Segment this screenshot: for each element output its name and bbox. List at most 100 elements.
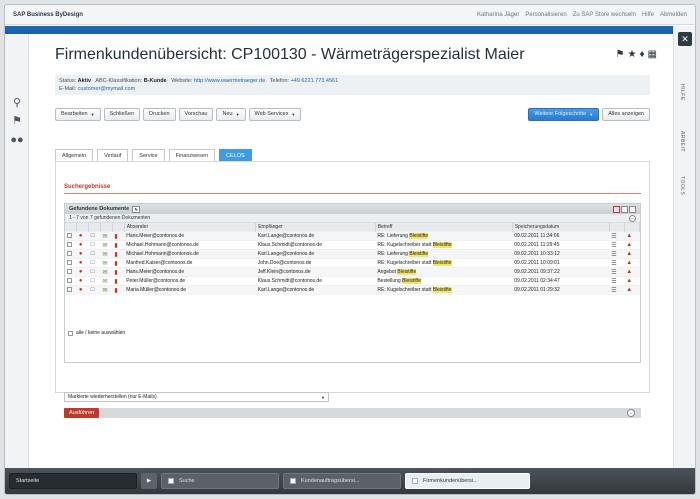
topnav-help[interactable]: Hilfe [642, 12, 654, 18]
delete-icon[interactable]: ▲ [626, 287, 632, 293]
window-icon[interactable] [629, 205, 636, 213]
table-row[interactable]: ● □ ✉ ▮ Hans.Meier@contonos.de Jeff.Klein@con… [65, 267, 640, 277]
subject-cell[interactable]: RE: Kugelschreiber statt Bleistifte [375, 285, 513, 295]
sender-cell[interactable]: Michael.Hohmann@contonos.de [124, 249, 256, 259]
new-button[interactable]: Neu ▼ [216, 107, 246, 121]
subject-cell[interactable]: Bestellung Bleistifte [375, 276, 513, 286]
table-row[interactable]: ● □ ✉ ▮ Maria.Müller@contonos.de Karl.Lange@c… [65, 285, 640, 295]
email-link[interactable]: customer@mymail.com [78, 86, 136, 92]
print-button[interactable]: Drucken [143, 107, 176, 121]
notes-icon[interactable]: ☰ [611, 234, 616, 240]
attachment-icon[interactable]: ▮ [114, 288, 117, 294]
topnav-logout[interactable]: Abmelden [660, 12, 687, 18]
recipient-cell[interactable]: Klaus.Schmidt@contonos.de [255, 276, 376, 286]
sender-cell[interactable]: Manfred.Kaiser@contonos.de [124, 258, 256, 268]
phone-link[interactable]: +49 6221 773 4561 [291, 78, 339, 84]
table-row[interactable]: ● □ ✉ ▮ Manfred.Kaiser@contonos.de John.Doe@c… [65, 258, 640, 268]
execute-button[interactable]: Ausführen [64, 408, 100, 418]
topnav-personalize[interactable]: Personalisieren [525, 12, 566, 18]
sender-cell[interactable]: Maria.Müller@contonos.de [124, 285, 256, 295]
document-icon[interactable]: □ [91, 287, 95, 293]
tab-general[interactable]: Allgemein [55, 149, 94, 161]
subject-cell[interactable]: RE: Lieferung Bleistifte [375, 231, 513, 241]
mail-icon[interactable]: ✉ [103, 279, 108, 285]
subject-cell[interactable]: RE: Kugelschreiber statt Bleistifte [375, 258, 513, 268]
web-services-button[interactable]: Web Services ▼ [248, 107, 302, 121]
taskbar-start[interactable]: Startseite [9, 473, 137, 489]
next-steps-button[interactable]: Weitere Folgeschritte ▼ [528, 107, 600, 121]
edit-icon[interactable]: ✎ [132, 205, 141, 213]
table-row[interactable]: ● □ ✉ ▮ Michael.Hohmann@contonos.de Klaus.Sch… [65, 240, 640, 250]
subject-cell[interactable]: Angebot Bleistifte [375, 267, 513, 277]
window-icon[interactable] [613, 205, 620, 213]
attachment-icon[interactable]: ▮ [114, 252, 117, 258]
attachment-icon[interactable]: ▮ [114, 270, 117, 276]
row-checkbox[interactable] [67, 286, 72, 292]
taskbar-item-orders[interactable]: Kundenauftragsübersi... [283, 473, 401, 489]
recipient-cell[interactable]: Karl.Lange@contonos.de [255, 249, 376, 259]
row-checkbox[interactable] [67, 268, 72, 274]
recipient-cell[interactable]: Jeff.Klein@contonos.de [255, 267, 376, 277]
recipient-cell[interactable]: John.Doe@contonos.de [255, 258, 376, 268]
window-icon[interactable] [621, 205, 628, 213]
sender-cell[interactable]: Michael.Hohmann@contonos.de [124, 240, 256, 250]
expand-icon[interactable]: − [629, 214, 636, 222]
tab-finance[interactable]: Finanzwesen [168, 149, 216, 161]
table-row[interactable]: ● □ ✉ ▮ Peter.Müller@contonos.de Klaus.Schmid… [65, 276, 640, 286]
document-icon[interactable]: □ [91, 233, 95, 239]
mail-icon[interactable]: ✉ [103, 288, 108, 294]
delete-icon[interactable]: ▲ [626, 260, 632, 266]
notes-icon[interactable]: ☰ [611, 270, 616, 276]
mail-icon[interactable]: ✉ [103, 261, 108, 267]
arrow-icon[interactable]: ▶ [141, 473, 157, 489]
subject-cell[interactable]: RE: Lieferung Bleistifte [375, 249, 513, 259]
attachment-icon[interactable]: ▮ [114, 261, 117, 267]
chart-icon[interactable]: ▦ [648, 49, 657, 60]
close-icon[interactable]: ✕ [678, 32, 692, 46]
attachment-icon[interactable]: ▮ [114, 279, 117, 285]
sender-cell[interactable]: Hans.Meier@contonos.de [124, 231, 256, 241]
topnav-user[interactable]: Katharina Jäger [477, 12, 519, 18]
search-icon[interactable]: ⚲ [10, 96, 24, 110]
row-checkbox[interactable] [67, 232, 72, 238]
tag-icon[interactable]: ♦ [639, 49, 644, 60]
col-sender[interactable]: Absender [124, 223, 257, 232]
document-icon[interactable]: □ [91, 269, 95, 275]
row-checkbox[interactable] [67, 277, 72, 283]
notes-icon[interactable]: ☰ [611, 261, 616, 267]
delete-icon[interactable]: ▲ [626, 251, 632, 257]
recipient-cell[interactable]: Klaus.Schmidt@contonos.de [255, 240, 376, 250]
mail-icon[interactable]: ✉ [103, 252, 108, 258]
table-row[interactable]: ● □ ✉ ▮ Michael.Hohmann@contonos.de Karl.Lang… [65, 249, 640, 259]
people-icon[interactable]: ●● [10, 134, 24, 148]
edit-button[interactable]: Bearbeiten ▼ [55, 107, 101, 121]
rightnav-work[interactable]: ARBEIT [679, 131, 685, 152]
mail-icon[interactable]: ✉ [103, 234, 108, 240]
flag-icon[interactable]: ⚑ [10, 114, 24, 128]
taskbar-item-search[interactable]: Suche [161, 473, 279, 489]
star-icon[interactable]: ★ [627, 49, 636, 60]
rightnav-tools[interactable]: TOOLS [679, 176, 685, 195]
delete-icon[interactable]: ▲ [626, 269, 632, 275]
website-link[interactable]: http://www.waermetraeger.de [194, 78, 265, 84]
close-button[interactable]: Schließen [103, 107, 141, 121]
recipient-cell[interactable]: Karl.Lange@contonos.de [255, 285, 376, 295]
subject-cell[interactable]: RE: Kugelschreiber statt Bleistifte [375, 240, 513, 250]
preview-button[interactable]: Vorschau [178, 107, 214, 121]
mail-icon[interactable]: ✉ [103, 270, 108, 276]
delete-icon[interactable]: ▲ [626, 242, 632, 248]
document-icon[interactable]: □ [91, 260, 95, 266]
col-recipient[interactable]: Empfänger [255, 223, 376, 232]
row-checkbox[interactable] [67, 250, 72, 256]
attachment-icon[interactable]: ▮ [114, 243, 117, 249]
tab-service[interactable]: Service [132, 149, 165, 161]
notes-icon[interactable]: ☰ [611, 243, 616, 249]
row-checkbox[interactable] [67, 259, 72, 265]
notes-icon[interactable]: ☰ [611, 252, 616, 258]
sender-cell[interactable]: Peter.Müller@contonos.de [124, 276, 256, 286]
document-icon[interactable]: □ [91, 251, 95, 257]
document-icon[interactable]: □ [91, 278, 95, 284]
select-all-checkbox[interactable] [68, 330, 73, 336]
tab-celos[interactable]: CELOS [219, 149, 252, 161]
sender-cell[interactable]: Hans.Meier@contonos.de [124, 267, 256, 277]
